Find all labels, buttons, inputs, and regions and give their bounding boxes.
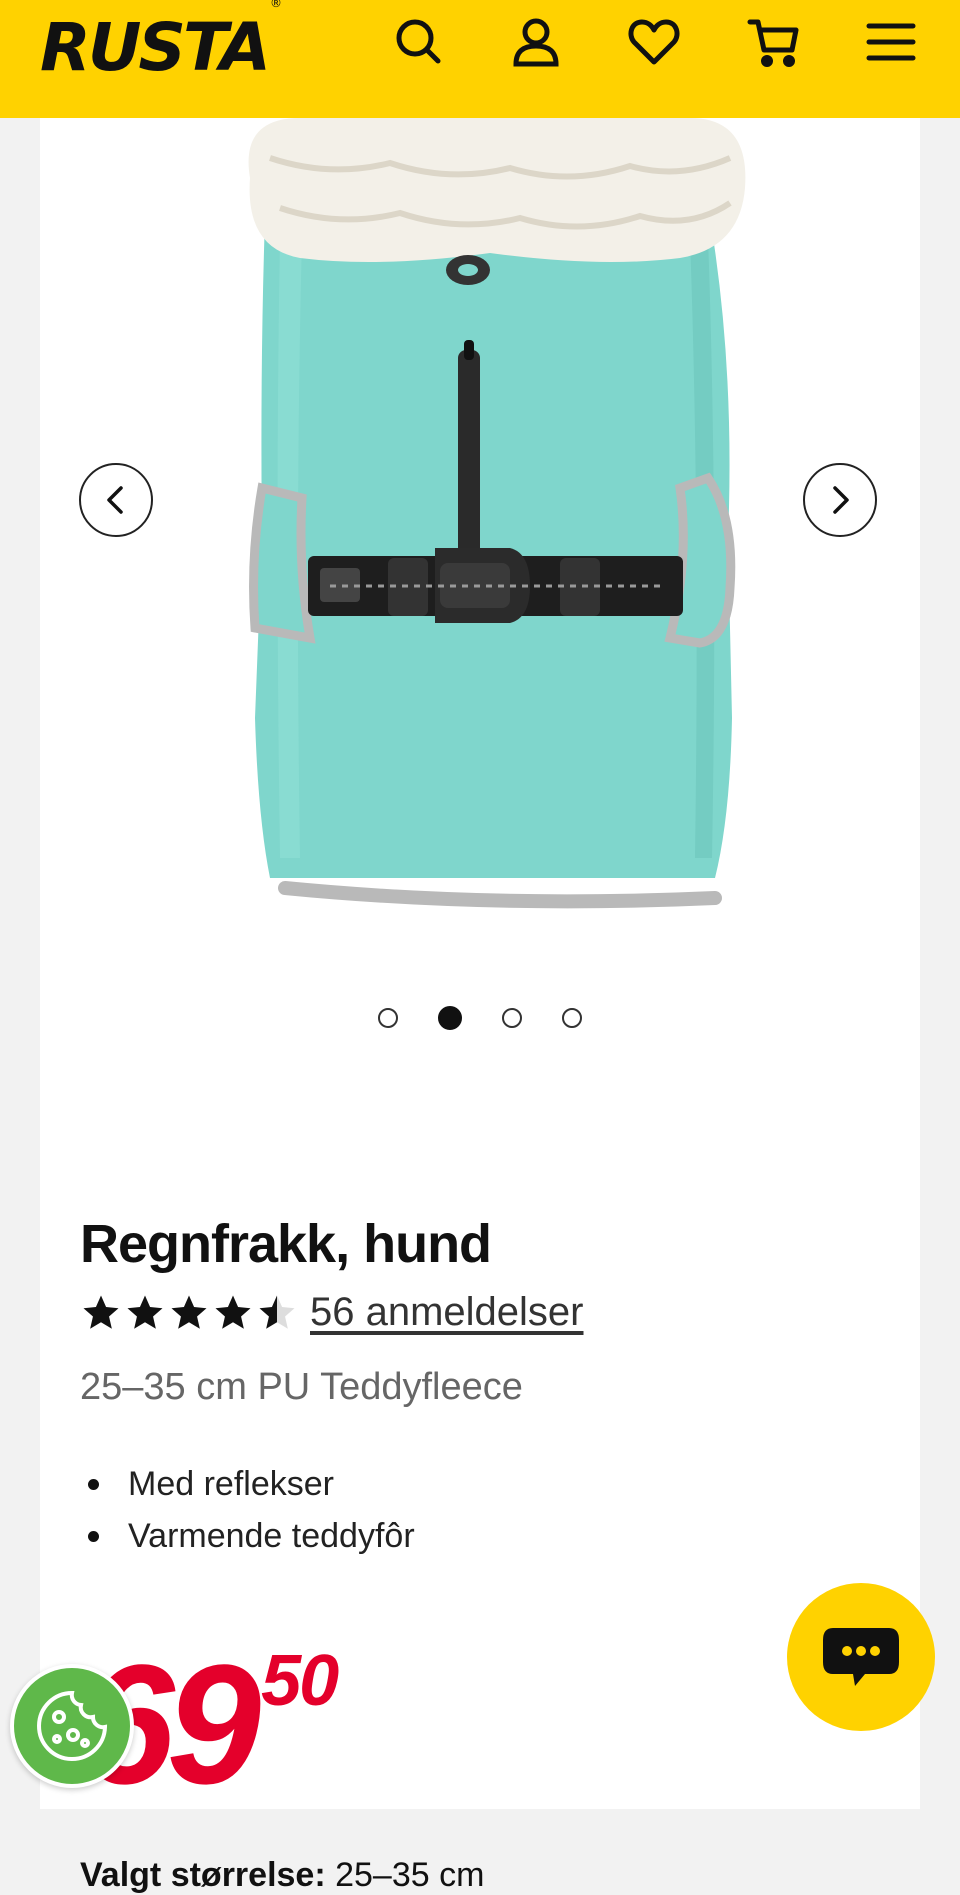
cart-icon[interactable]	[742, 10, 806, 74]
gallery-dot-3[interactable]	[502, 1008, 522, 1028]
star-full-icon	[171, 1295, 207, 1329]
price-decimals: 50	[261, 1641, 339, 1721]
star-full-icon	[127, 1295, 163, 1329]
product-image[interactable]	[40, 118, 920, 968]
site-header: RUSTA®	[0, 0, 960, 118]
account-icon[interactable]	[504, 10, 568, 74]
product-rating: 56 anmeldelser	[80, 1290, 584, 1335]
favorites-icon[interactable]	[622, 10, 686, 74]
logo-registered-mark: ®	[269, 0, 282, 10]
cookie-icon	[37, 1690, 108, 1761]
star-full-icon	[83, 1295, 119, 1329]
next-image-button[interactable]	[803, 463, 877, 537]
selected-size: Valgt størrelse: 25–35 cm	[80, 1856, 484, 1895]
chevron-right-icon	[833, 486, 849, 514]
size-value: 25–35 cm	[335, 1856, 485, 1894]
rusta-logo[interactable]: RUSTA®	[40, 0, 282, 83]
product-features: Med reflekser Varmende teddyfôr	[80, 1458, 415, 1562]
star-half-icon	[259, 1295, 295, 1329]
product-spec: 25–35 cm PU Teddyfleece	[80, 1366, 523, 1408]
cookie-settings-button[interactable]	[10, 1664, 134, 1788]
menu-icon[interactable]	[859, 10, 923, 74]
logo-text: RUSTA	[40, 9, 271, 86]
chat-button[interactable]	[787, 1583, 935, 1731]
feature-item: Varmende teddyfôr	[80, 1510, 415, 1562]
dog-raincoat-image	[248, 118, 746, 909]
gallery-dot-1[interactable]	[378, 1008, 398, 1028]
gallery-dot-2[interactable]	[438, 1006, 462, 1030]
product-title: Regnfrakk, hund	[80, 1214, 492, 1274]
product-card: Regnfrakk, hund 56 anmeldelser 25–35 cm …	[40, 118, 920, 1894]
gallery-dot-4[interactable]	[562, 1008, 582, 1028]
reviews-link[interactable]: 56 anmeldelser	[310, 1290, 584, 1335]
star-full-icon	[215, 1295, 251, 1329]
gallery-pagination	[40, 1006, 920, 1030]
search-icon[interactable]	[387, 10, 451, 74]
size-label: Valgt størrelse:	[80, 1856, 326, 1894]
chat-bubble-icon	[823, 1628, 899, 1686]
chevron-left-icon	[107, 486, 123, 514]
rating-stars	[80, 1292, 298, 1334]
feature-item: Med reflekser	[80, 1458, 415, 1510]
previous-image-button[interactable]	[79, 463, 153, 537]
